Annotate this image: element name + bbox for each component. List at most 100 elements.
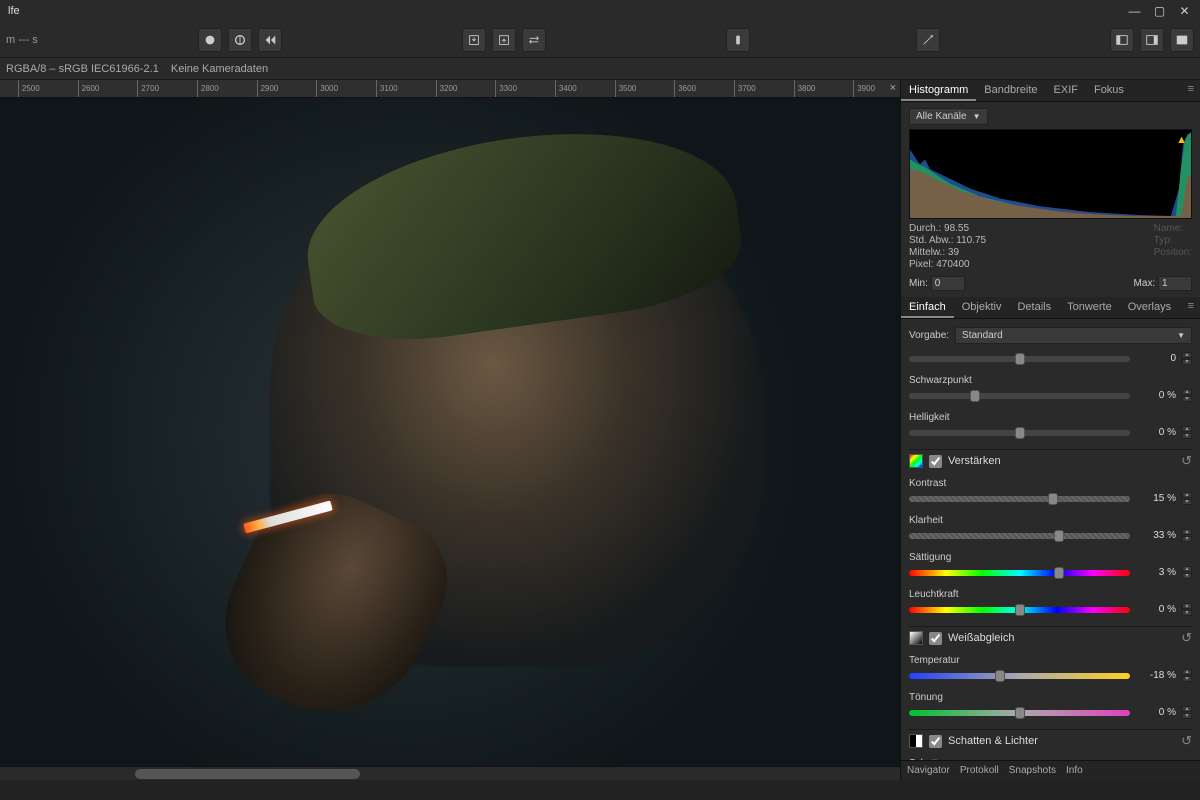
stepper-down-icon[interactable]: ▾ bbox=[1182, 396, 1192, 402]
stepper-up-icon[interactable]: ▴ bbox=[1182, 706, 1192, 712]
slider-thumb[interactable] bbox=[970, 390, 980, 402]
stepper-up-icon[interactable]: ▴ bbox=[1182, 352, 1192, 358]
close-icon[interactable]: ✕ bbox=[1179, 6, 1190, 17]
tab-exif[interactable]: EXIF bbox=[1046, 80, 1086, 101]
slider-track[interactable] bbox=[909, 533, 1130, 539]
panel-left-icon[interactable] bbox=[1110, 28, 1134, 52]
maximize-icon[interactable]: ▢ bbox=[1154, 6, 1165, 17]
stepper-down-icon[interactable]: ▾ bbox=[1182, 536, 1192, 542]
split-view-icon[interactable] bbox=[228, 28, 252, 52]
slider-track[interactable] bbox=[909, 673, 1130, 679]
channel-select-label: Alle Kanäle bbox=[916, 111, 967, 122]
tab-fokus[interactable]: Fokus bbox=[1086, 80, 1132, 101]
panel-menu-icon[interactable]: ≡ bbox=[1182, 80, 1200, 101]
import-icon[interactable] bbox=[462, 28, 486, 52]
preset-select[interactable]: Standard ▼ bbox=[955, 327, 1192, 344]
swap-icon[interactable] bbox=[522, 28, 546, 52]
panel-right-icon[interactable] bbox=[1140, 28, 1164, 52]
preset-value: Standard bbox=[962, 330, 1003, 341]
menu-item[interactable]: lfe bbox=[0, 5, 28, 17]
bottom-tab-info[interactable]: Info bbox=[1066, 765, 1083, 776]
stepper-up-icon[interactable]: ▴ bbox=[1182, 492, 1192, 498]
export-icon[interactable] bbox=[492, 28, 516, 52]
tab-einfach[interactable]: Einfach bbox=[901, 297, 954, 318]
slider-track[interactable] bbox=[909, 607, 1130, 613]
reset-icon[interactable]: ↺ bbox=[1181, 733, 1192, 749]
stepper-up-icon[interactable]: ▴ bbox=[1182, 426, 1192, 432]
section-toggle[interactable] bbox=[929, 455, 942, 468]
tab-bandbreite[interactable]: Bandbreite bbox=[976, 80, 1045, 101]
horizontal-scrollbar[interactable] bbox=[0, 766, 900, 780]
section-toggle[interactable] bbox=[929, 735, 942, 748]
bottom-tab-snapshots[interactable]: Snapshots bbox=[1009, 765, 1056, 776]
stepper-up-icon[interactable]: ▴ bbox=[1182, 529, 1192, 535]
bottom-tab-navigator[interactable]: Navigator bbox=[907, 765, 950, 776]
tab-histogramm[interactable]: Histogramm bbox=[901, 80, 976, 101]
bottom-tab-protokoll[interactable]: Protokoll bbox=[960, 765, 999, 776]
stepper-up-icon[interactable]: ▴ bbox=[1182, 389, 1192, 395]
ruler-tick: 3100 bbox=[376, 80, 377, 98]
slider-thumb[interactable] bbox=[1048, 493, 1058, 505]
histogram-chart[interactable]: ▲ bbox=[909, 129, 1192, 219]
slider-thumb[interactable] bbox=[1054, 567, 1064, 579]
stepper-down-icon[interactable]: ▾ bbox=[1182, 713, 1192, 719]
ruler-close-icon[interactable]: × bbox=[890, 82, 896, 94]
image-canvas[interactable] bbox=[0, 98, 900, 766]
slider-thumb[interactable] bbox=[1015, 353, 1025, 365]
camera-label: Keine Kameradaten bbox=[171, 63, 268, 75]
slider-track[interactable] bbox=[909, 570, 1130, 576]
stepper-down-icon[interactable]: ▾ bbox=[1182, 359, 1192, 365]
ruler-tick: 3300 bbox=[495, 80, 496, 98]
slider-track[interactable] bbox=[909, 430, 1130, 436]
tab-overlays[interactable]: Overlays bbox=[1120, 297, 1179, 318]
slider-track[interactable] bbox=[909, 393, 1130, 399]
reset-icon[interactable]: ↺ bbox=[1181, 630, 1192, 646]
panel-menu-icon[interactable]: ≡ bbox=[1182, 297, 1200, 318]
clipping-warning-icon[interactable]: ▲ bbox=[1176, 134, 1187, 146]
ruler-tick: 3200 bbox=[436, 80, 437, 98]
tab-objektiv[interactable]: Objektiv bbox=[954, 297, 1010, 318]
slider-exposure: 0 ▴▾ bbox=[909, 352, 1192, 365]
slider-thumb[interactable] bbox=[1015, 427, 1025, 439]
slider-track[interactable] bbox=[909, 710, 1130, 716]
stepper-up-icon[interactable]: ▴ bbox=[1182, 669, 1192, 675]
footer bbox=[0, 780, 1200, 800]
section-toggle[interactable] bbox=[929, 632, 942, 645]
slider-value: -18 % bbox=[1136, 670, 1176, 681]
stepper-down-icon[interactable]: ▾ bbox=[1182, 573, 1192, 579]
rewind-icon[interactable] bbox=[258, 28, 282, 52]
slider-value: 15 % bbox=[1136, 493, 1176, 504]
auto-enhance-icon[interactable] bbox=[916, 28, 940, 52]
record-icon[interactable] bbox=[198, 28, 222, 52]
tab-details[interactable]: Details bbox=[1009, 297, 1059, 318]
slider-thumb[interactable] bbox=[995, 670, 1005, 682]
bottom-tabs: Navigator Protokoll Snapshots Info bbox=[901, 760, 1200, 780]
slider-thumb[interactable] bbox=[1054, 530, 1064, 542]
slider-track[interactable] bbox=[909, 356, 1130, 362]
stepper-down-icon[interactable]: ▾ bbox=[1182, 610, 1192, 616]
ruler-tick: 3900 bbox=[853, 80, 854, 98]
stepper-down-icon[interactable]: ▾ bbox=[1182, 433, 1192, 439]
stepper-up-icon[interactable]: ▴ bbox=[1182, 566, 1192, 572]
ruler-horizontal[interactable]: × 25002600270028002900300031003200330034… bbox=[0, 80, 900, 98]
slider-label: Sättigung bbox=[909, 552, 1192, 563]
reset-icon[interactable]: ↺ bbox=[1181, 453, 1192, 469]
slider-thumb[interactable] bbox=[1015, 707, 1025, 719]
info-icon[interactable] bbox=[726, 28, 750, 52]
max-input[interactable] bbox=[1158, 276, 1192, 291]
scrollbar-thumb[interactable] bbox=[135, 769, 360, 779]
stepper-down-icon[interactable]: ▾ bbox=[1182, 499, 1192, 505]
panel-both-icon[interactable] bbox=[1170, 28, 1194, 52]
channel-select[interactable]: Alle Kanäle ▼ bbox=[909, 108, 988, 125]
stepper-up-icon[interactable]: ▴ bbox=[1182, 603, 1192, 609]
min-input[interactable] bbox=[931, 276, 965, 291]
minimize-icon[interactable]: — bbox=[1129, 6, 1140, 17]
titlebar: lfe — ▢ ✕ bbox=[0, 0, 1200, 22]
slider-track[interactable] bbox=[909, 496, 1130, 502]
chevron-down-icon: ▼ bbox=[1177, 331, 1185, 340]
stepper-down-icon[interactable]: ▾ bbox=[1182, 676, 1192, 682]
tab-tonwerte[interactable]: Tonwerte bbox=[1059, 297, 1120, 318]
slider-temperatur: Temperatur -18 % ▴▾ bbox=[909, 655, 1192, 682]
chevron-down-icon: ▼ bbox=[973, 112, 981, 121]
slider-thumb[interactable] bbox=[1015, 604, 1025, 616]
